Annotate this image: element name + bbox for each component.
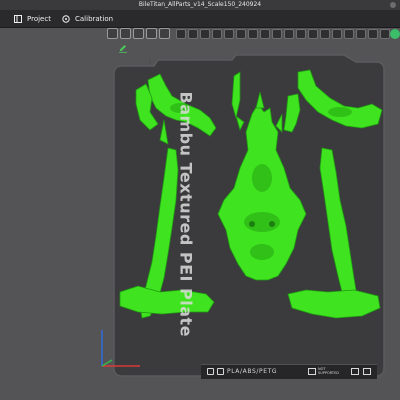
support-note: NOT SUPPORTED [318, 367, 339, 375]
filament-icon [217, 368, 224, 375]
warning-icon [308, 368, 316, 375]
plate-info-bar: PLA/ABS/PETG NOT SUPPORTED [201, 364, 377, 379]
build-plate-viewport[interactable]: Bambu Textured PEI Plate PLA/ABS/PETG NO… [0, 0, 400, 400]
support-note-line2: SUPPORTED [318, 371, 339, 375]
plate-lock-icon[interactable] [363, 368, 371, 375]
filament-label: PLA/ABS/PETG [227, 368, 278, 375]
plate-settings-icon[interactable] [351, 368, 359, 375]
plate-type-icon [207, 368, 214, 375]
plate-name-label: Bambu Textured PEI Plate [176, 91, 196, 338]
